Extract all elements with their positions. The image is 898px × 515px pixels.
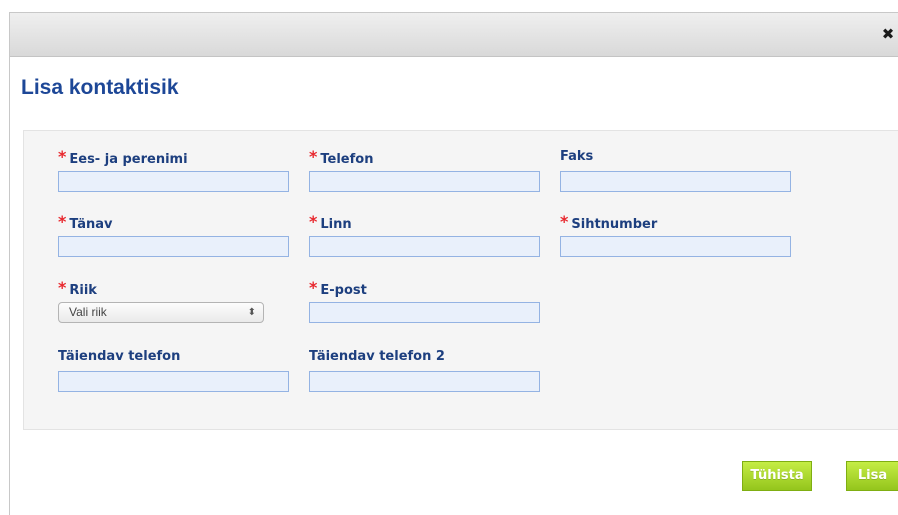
street-field-group: * Tänav — [58, 213, 289, 257]
email-field-group: * E-post — [309, 279, 540, 323]
required-marker: * — [58, 278, 67, 297]
extra-phone2-input[interactable] — [309, 371, 540, 392]
city-field-group: * Linn — [309, 213, 540, 257]
add-contact-dialog: ✖ Lisa kontaktisik * Ees- ja perenimi * Te… — [9, 12, 898, 515]
phone-field-group: * Telefon — [309, 148, 540, 192]
extra-phone2-field-group: Täiendav telefon 2 — [309, 348, 540, 392]
fax-input[interactable] — [560, 171, 791, 192]
phone-label: * Telefon — [309, 147, 540, 168]
required-marker: * — [58, 212, 67, 231]
required-marker: * — [309, 147, 318, 166]
name-field-group: * Ees- ja perenimi — [58, 148, 289, 192]
phone-label-text: Telefon — [320, 152, 374, 167]
extra-phone-field-group: Täiendav telefon — [58, 348, 289, 392]
dialog-title: Lisa kontaktisik — [21, 76, 179, 99]
required-marker: * — [560, 212, 569, 231]
postcode-input[interactable] — [560, 236, 791, 257]
fax-field-group: Faks — [560, 148, 791, 192]
required-marker: * — [309, 278, 318, 297]
fax-label: Faks — [560, 149, 594, 164]
email-label-text: E-post — [320, 283, 367, 298]
phone-input[interactable] — [309, 171, 540, 192]
contact-form: * Ees- ja perenimi * Telefon Faks * Tänav *… — [23, 130, 898, 430]
add-button[interactable]: Lisa — [846, 461, 898, 491]
street-label: * Tänav — [58, 212, 289, 233]
country-select-value: Vali riik — [69, 305, 107, 319]
street-input[interactable] — [58, 236, 289, 257]
extra-phone-label: Täiendav telefon — [58, 349, 181, 364]
email-input[interactable] — [309, 302, 540, 323]
required-marker: * — [309, 212, 318, 231]
city-input[interactable] — [309, 236, 540, 257]
cancel-button[interactable]: Tühista — [742, 461, 812, 491]
postcode-field-group: * Sihtnumber — [560, 213, 791, 257]
extra-phone-input[interactable] — [58, 371, 289, 392]
dialog-titlebar: ✖ — [10, 13, 898, 57]
country-label: * Riik — [58, 278, 289, 299]
close-icon[interactable]: ✖ — [880, 25, 896, 43]
country-select[interactable]: Vali riik ⬍ — [58, 302, 264, 323]
country-field-group: * Riik Vali riik ⬍ — [58, 279, 289, 323]
city-label: * Linn — [309, 212, 540, 233]
updown-arrow-icon: ⬍ — [247, 307, 256, 318]
street-label-text: Tänav — [69, 217, 113, 232]
email-label: * E-post — [309, 278, 540, 299]
extra-phone2-label: Täiendav telefon 2 — [309, 349, 445, 364]
name-input[interactable] — [58, 171, 289, 192]
required-marker: * — [58, 147, 67, 166]
country-label-text: Riik — [69, 283, 97, 298]
postcode-label-text: Sihtnumber — [571, 217, 658, 232]
city-label-text: Linn — [320, 217, 352, 232]
name-label: * Ees- ja perenimi — [58, 147, 289, 168]
name-label-text: Ees- ja perenimi — [69, 152, 188, 167]
postcode-label: * Sihtnumber — [560, 212, 791, 233]
